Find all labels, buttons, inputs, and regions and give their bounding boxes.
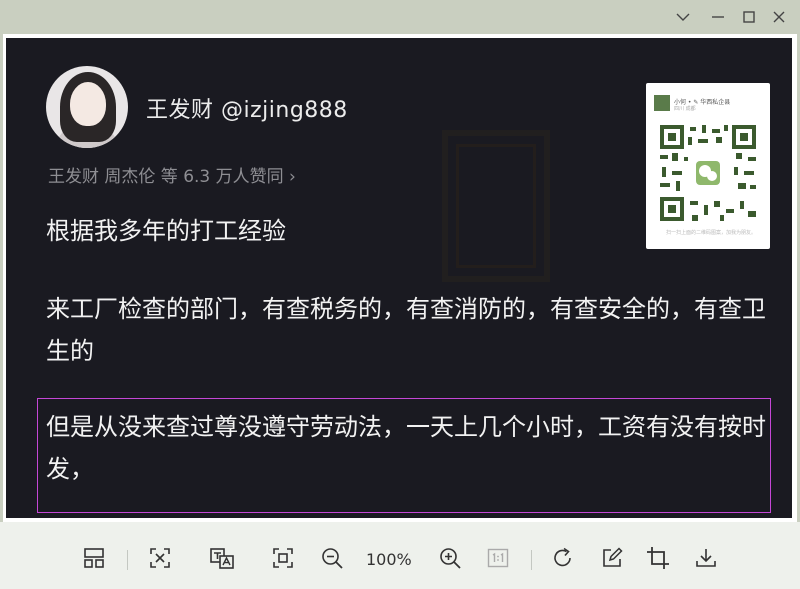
- image-viewer-window: 王发财 @izjing888 王发财 周杰伦 等 6.3 万人赞同 › 小何 •…: [0, 0, 800, 589]
- qr-code: [658, 123, 758, 223]
- actual-size-button[interactable]: [484, 544, 512, 572]
- actual-size-icon: [486, 546, 510, 570]
- ocr-icon: [209, 546, 235, 570]
- qr-caption: 扫一扫上面的二维码图案，加我为朋友。: [666, 230, 757, 236]
- rotate-icon: [551, 546, 575, 570]
- post-likes: 王发财 周杰伦 等 6.3 万人赞同 ›: [48, 167, 296, 187]
- zoom-in-icon: [438, 546, 462, 570]
- post-paragraph-1: 根据我多年的打工经验: [46, 217, 286, 245]
- chevron-down-icon: [676, 12, 690, 22]
- close-icon: [772, 10, 786, 24]
- zoom-in-button[interactable]: [436, 544, 464, 572]
- fit-screen-button[interactable]: [146, 544, 174, 572]
- background-window-reflection: [442, 130, 550, 282]
- fullscreen-icon: [271, 546, 295, 570]
- ocr-button[interactable]: [208, 544, 236, 572]
- toolbar-separator: [127, 550, 128, 570]
- edit-icon: [600, 546, 624, 570]
- edit-button[interactable]: [598, 544, 626, 572]
- image-viewport[interactable]: 王发财 @izjing888 王发财 周杰伦 等 6.3 万人赞同 › 小何 •…: [3, 34, 797, 522]
- download-icon: [694, 546, 718, 570]
- post-paragraph-2: 来工厂检查的部门，有查税务的，有查消防的，有查安全的，有查卫生的: [46, 295, 766, 365]
- post-paragraph-3: 但是从没来查过尊没遵守劳动法，一天上几个小时，工资有没有按时发，: [46, 413, 766, 483]
- title-bar: [0, 0, 800, 34]
- screenshot-image: 王发财 @izjing888 王发财 周杰伦 等 6.3 万人赞同 › 小何 •…: [6, 38, 792, 518]
- zoom-level: 100%: [366, 550, 412, 569]
- post-username: 王发财 @izjing888: [146, 98, 348, 123]
- maximize-icon: [742, 10, 756, 24]
- minimize-button[interactable]: [703, 4, 733, 30]
- crop-icon: [646, 546, 670, 570]
- wechat-qr-card: 小何 • ✎ 华西私企县 四川 成都 扫一扫上面的二维码图案，加我为朋友。: [646, 83, 770, 249]
- fullscreen-button[interactable]: [269, 544, 297, 572]
- zoom-out-icon: [320, 546, 344, 570]
- fit-screen-icon: [148, 546, 172, 570]
- zoom-out-button[interactable]: [318, 544, 346, 572]
- rotate-button[interactable]: [549, 544, 577, 572]
- layout-button[interactable]: [80, 544, 108, 572]
- close-button[interactable]: [764, 4, 794, 30]
- crop-button[interactable]: [644, 544, 672, 572]
- collapse-button[interactable]: [668, 4, 698, 30]
- minimize-icon: [711, 12, 725, 22]
- maximize-button[interactable]: [734, 4, 764, 30]
- qr-avatar: [654, 95, 670, 111]
- avatar: [46, 66, 128, 148]
- layout-icon: [82, 546, 106, 570]
- viewer-toolbar: 100%: [0, 522, 800, 589]
- toolbar-separator: [531, 550, 532, 570]
- download-button[interactable]: [692, 544, 720, 572]
- qr-head-location: 四川 成都: [674, 106, 696, 112]
